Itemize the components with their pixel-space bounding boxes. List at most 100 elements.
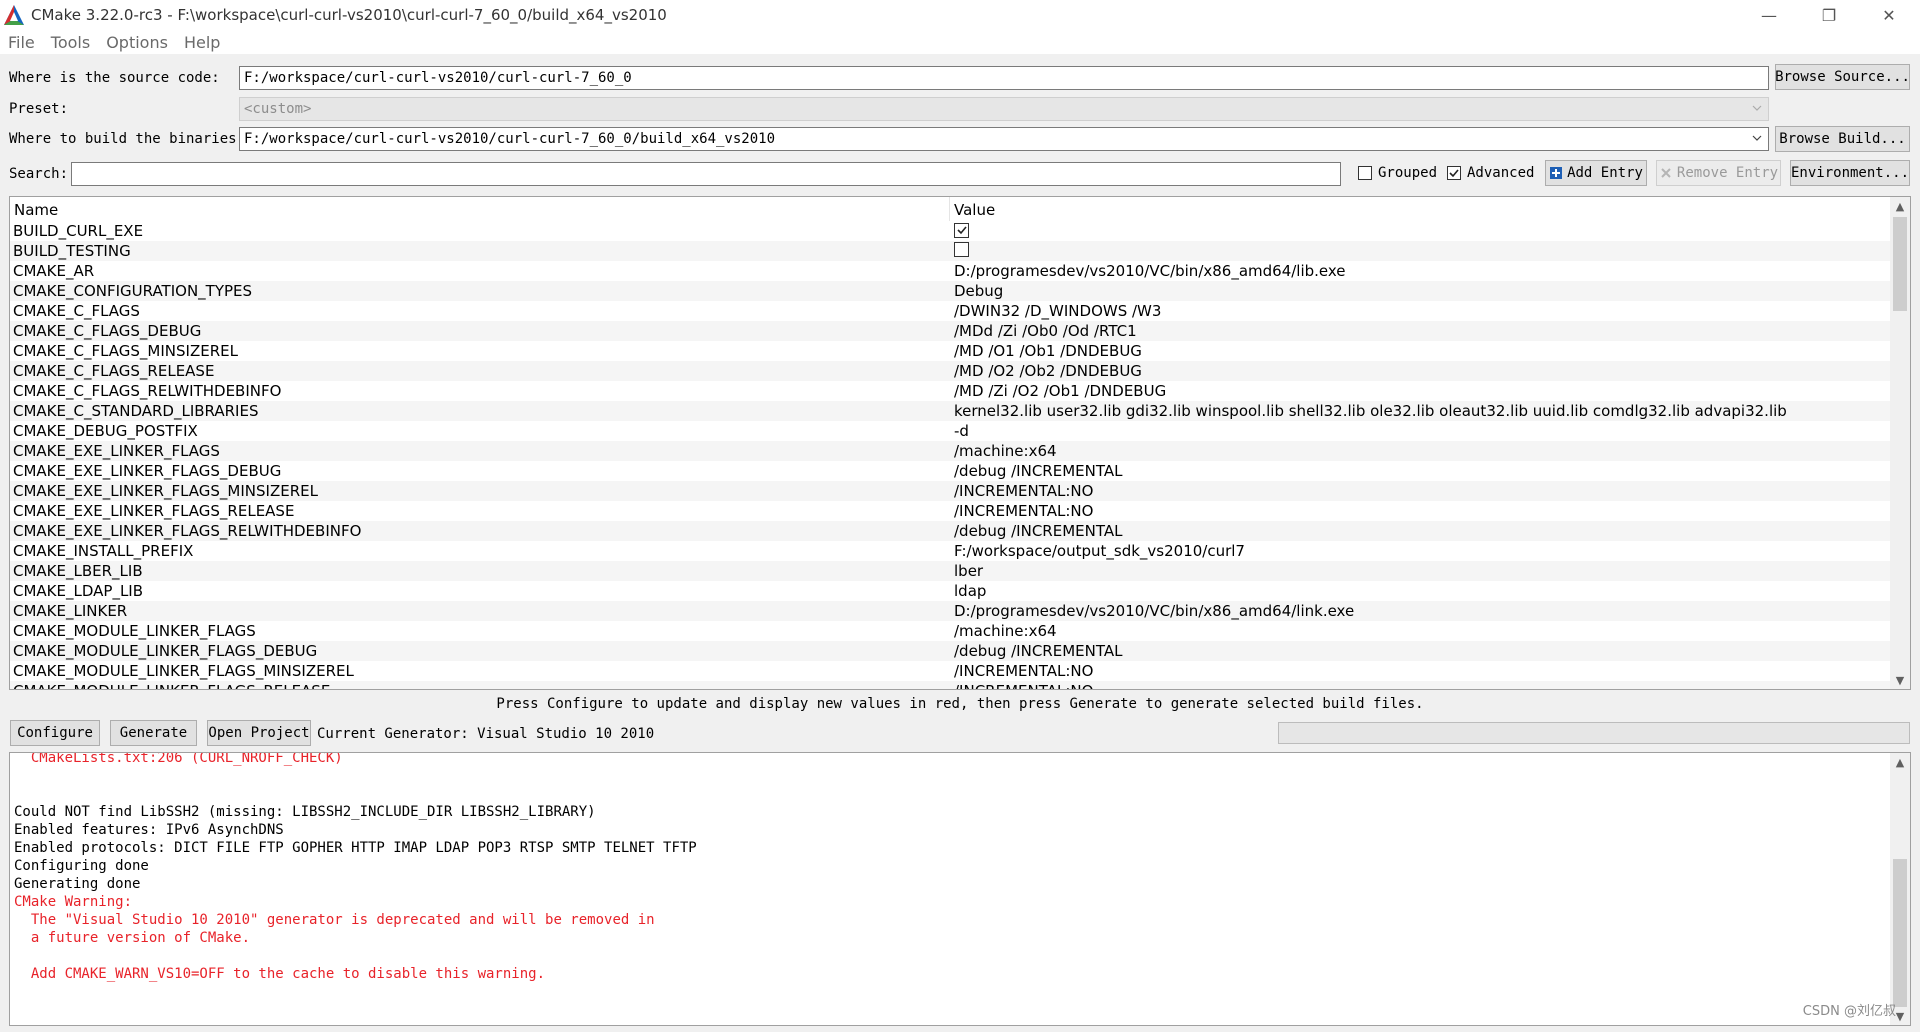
menu-options[interactable]: Options bbox=[98, 33, 176, 52]
table-row[interactable]: CMAKE_LBER_LIB lber bbox=[10, 561, 1890, 581]
maximize-button[interactable]: ❐ bbox=[1800, 0, 1858, 30]
table-row[interactable]: CMAKE_EXE_LINKER_FLAGS_DEBUG/debug /INCR… bbox=[10, 461, 1890, 481]
scrollbar-thumb[interactable] bbox=[1893, 859, 1907, 1007]
table-row[interactable]: CMAKE_C_FLAGS/DWIN32 /D_WINDOWS /W3 bbox=[10, 301, 1890, 321]
entry-name: CMAKE_C_FLAGS bbox=[13, 302, 140, 320]
output-log[interactable]: CMakeLists.txt:206 (CURL_NROFF_CHECK) Cou… bbox=[9, 752, 1911, 1026]
entry-value[interactable]: ldap bbox=[950, 582, 1890, 600]
remove-entry-button[interactable]: Remove Entry bbox=[1656, 160, 1781, 186]
table-row[interactable]: CMAKE_AR D:/programesdev/vs2010/VC/bin/x8… bbox=[10, 261, 1890, 281]
entry-name: CMAKE_AR bbox=[13, 262, 95, 280]
table-row[interactable]: CMAKE_C_FLAGS_DEBUG/MDd /Zi /Ob0 /Od /RT… bbox=[10, 321, 1890, 341]
entry-checkbox[interactable] bbox=[954, 222, 969, 238]
entry-value[interactable]: /INCREMENTAL:NO bbox=[950, 482, 1890, 500]
grouped-checkbox[interactable]: Grouped bbox=[1358, 165, 1437, 181]
chevron-down-icon bbox=[1752, 105, 1762, 111]
scroll-up-icon[interactable]: ▲ bbox=[1890, 753, 1910, 771]
entry-value[interactable]: F:/workspace/output_sdk_vs2010/curl7 bbox=[950, 542, 1890, 560]
table-row[interactable]: CMAKE_EXE_LINKER_FLAGS_RELWITHDEBINFO/de… bbox=[10, 521, 1890, 541]
preset-combobox[interactable]: <custom> bbox=[239, 97, 1769, 121]
table-row[interactable]: CMAKE_MODULE_LINKER_FLAGS_DEBUG/debug /I… bbox=[10, 641, 1890, 661]
open-project-button[interactable]: Open Project bbox=[207, 720, 311, 746]
table-row[interactable]: CMAKE_EXE_LINKER_FLAGS/machine:x64 bbox=[10, 441, 1890, 461]
table-row[interactable]: CMAKE_EXE_LINKER_FLAGS_RELEASE/INCREMENT… bbox=[10, 501, 1890, 521]
add-entry-button[interactable]: Add Entry bbox=[1545, 160, 1647, 186]
table-row[interactable]: BUILD_TESTING bbox=[10, 241, 1890, 261]
scroll-down-icon[interactable]: ▼ bbox=[1890, 671, 1910, 689]
advanced-checkbox[interactable]: Advanced bbox=[1447, 165, 1534, 181]
grouped-checkbox-box[interactable] bbox=[1358, 166, 1372, 180]
entry-value[interactable]: /INCREMENTAL:NO bbox=[950, 662, 1890, 680]
entry-value[interactable]: /MDd /Zi /Ob0 /Od /RTC1 bbox=[950, 322, 1890, 340]
scrollbar-thumb[interactable] bbox=[1893, 217, 1907, 311]
close-button[interactable]: ✕ bbox=[1860, 0, 1918, 30]
table-row[interactable]: CMAKE_C_FLAGS_RELWITHDEBINFO/MD /Zi /O2 … bbox=[10, 381, 1890, 401]
advanced-checkbox-box[interactable] bbox=[1447, 166, 1461, 180]
browse-build-button[interactable]: Browse Build... bbox=[1775, 126, 1910, 152]
preset-value: <custom> bbox=[244, 101, 312, 117]
entry-name: CMAKE_EXE_LINKER_FLAGS_DEBUG bbox=[13, 462, 282, 480]
table-row[interactable]: CMAKE_LINKER D:/programesdev/vs2010/VC/bi… bbox=[10, 601, 1890, 621]
entry-name: CMAKE_LDAP_LIB bbox=[13, 582, 144, 600]
value-column-header[interactable]: Value bbox=[950, 197, 1890, 221]
table-row[interactable]: CMAKE_MODULE_LINKER_FLAGS_MINSIZEREL/INC… bbox=[10, 661, 1890, 681]
table-row[interactable]: CMAKE_C_FLAGS_MINSIZEREL/MD /O1 /Ob1 /DN… bbox=[10, 341, 1890, 361]
source-path-input[interactable]: F:/workspace/curl-curl-vs2010/curl-curl-… bbox=[239, 66, 1769, 90]
table-row[interactable]: CMAKE_C_FLAGS_RELEASE/MD /O2 /Ob2 /DNDEB… bbox=[10, 361, 1890, 381]
table-row[interactable]: CMAKE_INSTALL_PREFIX F:/workspace/output_… bbox=[10, 541, 1890, 561]
table-row[interactable]: BUILD_CURL_EXE bbox=[10, 221, 1890, 241]
entry-name: CMAKE_INSTALL_PREFIX bbox=[13, 542, 194, 560]
remove-icon bbox=[1661, 168, 1671, 178]
table-scrollbar[interactable]: ▲ ▼ bbox=[1890, 197, 1910, 689]
entry-name: CMAKE_C_FLAGS_RELEASE bbox=[13, 362, 215, 380]
minimize-icon: — bbox=[1761, 5, 1777, 25]
search-input[interactable] bbox=[71, 162, 1341, 186]
entry-name: CMAKE_EXE_LINKER_FLAGS_MINSIZEREL bbox=[13, 482, 318, 500]
entry-value[interactable]: /DWIN32 /D_WINDOWS /W3 bbox=[950, 302, 1890, 320]
menu-help[interactable]: Help bbox=[176, 33, 228, 52]
entry-value[interactable] bbox=[950, 241, 1890, 261]
log-scrollbar[interactable]: ▲ ▼ bbox=[1890, 753, 1910, 1025]
menu-tools[interactable]: Tools bbox=[43, 33, 98, 52]
table-row[interactable]: CMAKE_MODULE_LINKER_FLAGS/machine:x64 bbox=[10, 621, 1890, 641]
scroll-up-icon[interactable]: ▲ bbox=[1890, 197, 1910, 215]
entry-value[interactable]: /MD /Zi /O2 /Ob1 /DNDEBUG bbox=[950, 382, 1890, 400]
entry-value[interactable]: D:/programesdev/vs2010/VC/bin/x86_amd64/… bbox=[950, 262, 1890, 280]
table-row[interactable]: CMAKE_MODULE_LINKER_FLAGS_RELEASE/INCREM… bbox=[10, 681, 1890, 689]
table-row[interactable]: CMAKE_LDAP_LIB ldap bbox=[10, 581, 1890, 601]
entry-value[interactable]: /machine:x64 bbox=[950, 442, 1890, 460]
log-line: Enabled features: IPv6 AsynchDNS bbox=[14, 822, 284, 838]
entry-value[interactable]: /debug /INCREMENTAL bbox=[950, 642, 1890, 660]
browse-source-button[interactable]: Browse Source... bbox=[1775, 64, 1910, 90]
minimize-button[interactable]: — bbox=[1740, 0, 1798, 30]
entry-value[interactable]: -d bbox=[950, 422, 1890, 440]
entry-name: CMAKE_MODULE_LINKER_FLAGS_DEBUG bbox=[13, 642, 318, 660]
entry-value[interactable]: /machine:x64 bbox=[950, 622, 1890, 640]
entry-value[interactable]: Debug bbox=[950, 282, 1890, 300]
table-header: Name Value bbox=[10, 197, 1890, 221]
entry-value[interactable]: /debug /INCREMENTAL bbox=[950, 462, 1890, 480]
table-row[interactable]: CMAKE_CONFIGURATION_TYPES Debug bbox=[10, 281, 1890, 301]
entry-value[interactable]: /MD /O2 /Ob2 /DNDEBUG bbox=[950, 362, 1890, 380]
entry-value[interactable]: D:/programesdev/vs2010/VC/bin/x86_amd64/… bbox=[950, 602, 1890, 620]
environment-button[interactable]: Environment... bbox=[1790, 160, 1910, 186]
table-row[interactable]: CMAKE_DEBUG_POSTFIX -d bbox=[10, 421, 1890, 441]
generate-button[interactable]: Generate bbox=[110, 720, 197, 746]
name-column-header[interactable]: Name bbox=[10, 197, 950, 221]
entry-value[interactable]: /debug /INCREMENTAL bbox=[950, 522, 1890, 540]
checkmark-icon bbox=[956, 226, 967, 235]
table-row[interactable]: CMAKE_C_STANDARD_LIBRARIES kernel32.lib u… bbox=[10, 401, 1890, 421]
entry-value[interactable]: /INCREMENTAL:NO bbox=[950, 682, 1890, 689]
entry-value[interactable]: lber bbox=[950, 562, 1890, 580]
entry-value[interactable]: /INCREMENTAL:NO bbox=[950, 502, 1890, 520]
entry-checkbox[interactable] bbox=[954, 241, 969, 257]
configure-button[interactable]: Configure bbox=[10, 720, 100, 746]
browse-build-label: Browse Build... bbox=[1779, 131, 1906, 147]
menu-file[interactable]: File bbox=[0, 33, 43, 52]
entry-value[interactable] bbox=[950, 222, 1890, 240]
table-row[interactable]: CMAKE_EXE_LINKER_FLAGS_MINSIZEREL/INCREM… bbox=[10, 481, 1890, 501]
entry-value[interactable]: /MD /O1 /Ob1 /DNDEBUG bbox=[950, 342, 1890, 360]
entry-value[interactable]: kernel32.lib user32.lib gdi32.lib winspo… bbox=[950, 402, 1890, 420]
build-path-combobox[interactable]: F:/workspace/curl-curl-vs2010/curl-curl-… bbox=[239, 127, 1769, 151]
preset-label: Preset: bbox=[9, 101, 69, 117]
